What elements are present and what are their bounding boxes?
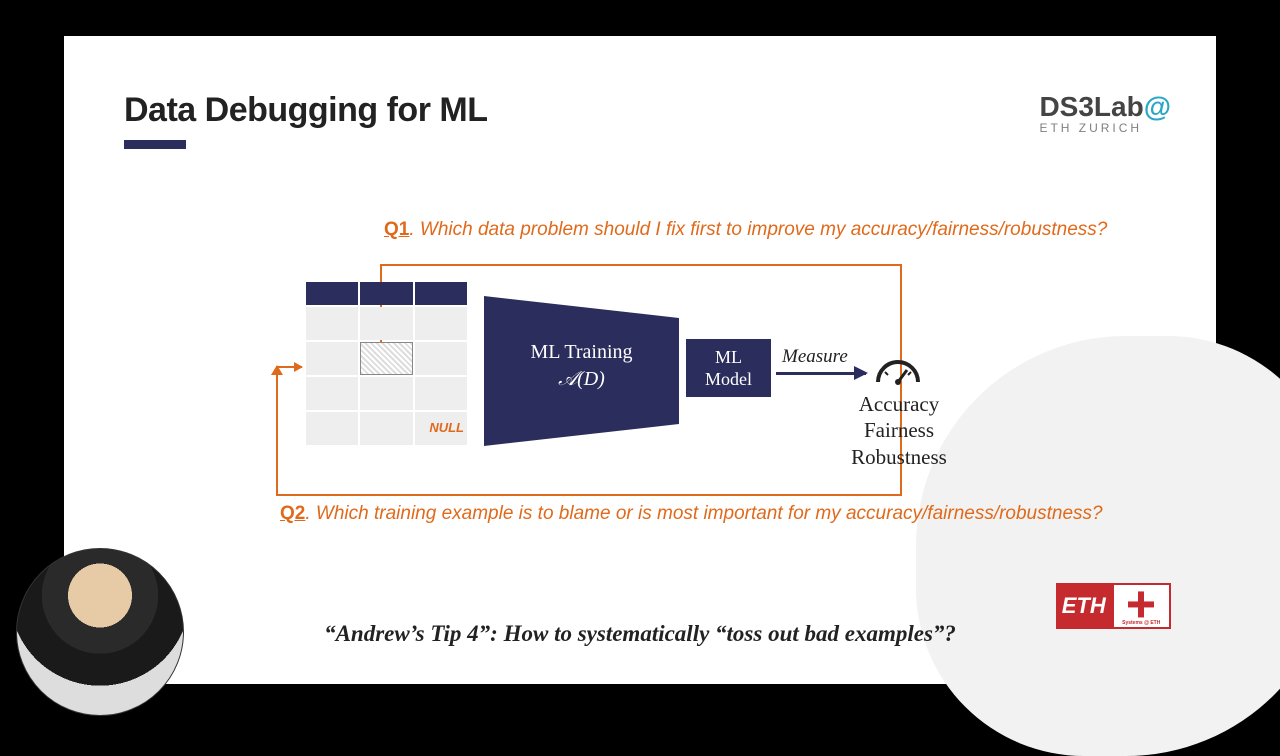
loop-border-left <box>276 389 278 494</box>
table-row <box>305 306 468 341</box>
eth-badge-right: Systems @ ETH <box>1112 583 1172 629</box>
ml-training-label: ML Training 𝒜(D) <box>484 339 679 393</box>
missing-cell <box>360 342 414 375</box>
slide: Data Debugging for ML DS3Lab@ ETH ZURICH… <box>64 36 1216 684</box>
null-label: NULL <box>429 420 464 435</box>
arrow-loop-in-icon <box>276 366 302 368</box>
measure-arrow-icon <box>776 372 866 375</box>
q1-text: . Which data problem should I fix first … <box>409 219 1107 240</box>
data-table: NULL <box>305 281 468 456</box>
training-line1: ML Training <box>530 341 632 363</box>
bottom-tip: “Andrew’s Tip 4”: How to systematically … <box>64 621 1216 647</box>
gauge-icon <box>874 356 922 386</box>
eth-badge-sub: Systems @ ETH <box>1114 620 1170 626</box>
table-row: NULL <box>305 411 468 446</box>
ml-model-label: ML Model <box>705 346 752 391</box>
at-icon: @ <box>1144 91 1171 122</box>
metric-accuracy: Accuracy <box>859 392 939 416</box>
eth-badge-left: ETH <box>1056 583 1112 629</box>
table-header <box>305 281 468 306</box>
training-line2: 𝒜(D) <box>558 368 605 390</box>
eth-badge: ETH Systems @ ETH <box>1056 583 1171 629</box>
arrow-loop-up-icon <box>276 366 278 389</box>
q2-text: . Which training example is to blame or … <box>305 503 1102 524</box>
title-underline <box>124 140 186 149</box>
metrics-list: Accuracy Fairness Robustness <box>839 391 959 470</box>
metric-fairness: Fairness <box>864 418 934 442</box>
slide-title: Data Debugging for ML <box>124 91 487 130</box>
logo-text: DS3Lab <box>1039 91 1143 122</box>
question-2: Q2. Which training example is to blame o… <box>280 502 1103 526</box>
loop-border-top <box>380 264 900 266</box>
speaker-avatar <box>16 548 184 716</box>
question-1: Q1. Which data problem should I fix firs… <box>384 218 1107 242</box>
logo-line1: DS3Lab@ <box>1039 91 1171 123</box>
table-row <box>305 341 468 376</box>
table-row <box>305 376 468 411</box>
measure-label: Measure <box>782 346 848 368</box>
metric-robustness: Robustness <box>851 445 947 469</box>
q2-label: Q2 <box>280 503 305 524</box>
ml-model-block: ML Model <box>686 339 771 397</box>
org-logo: DS3Lab@ ETH ZURICH <box>1039 91 1171 135</box>
plus-icon <box>1128 591 1154 617</box>
deco-blob <box>916 336 1280 756</box>
logo-line2: ETH ZURICH <box>1039 121 1171 135</box>
q1-label: Q1 <box>384 219 409 240</box>
